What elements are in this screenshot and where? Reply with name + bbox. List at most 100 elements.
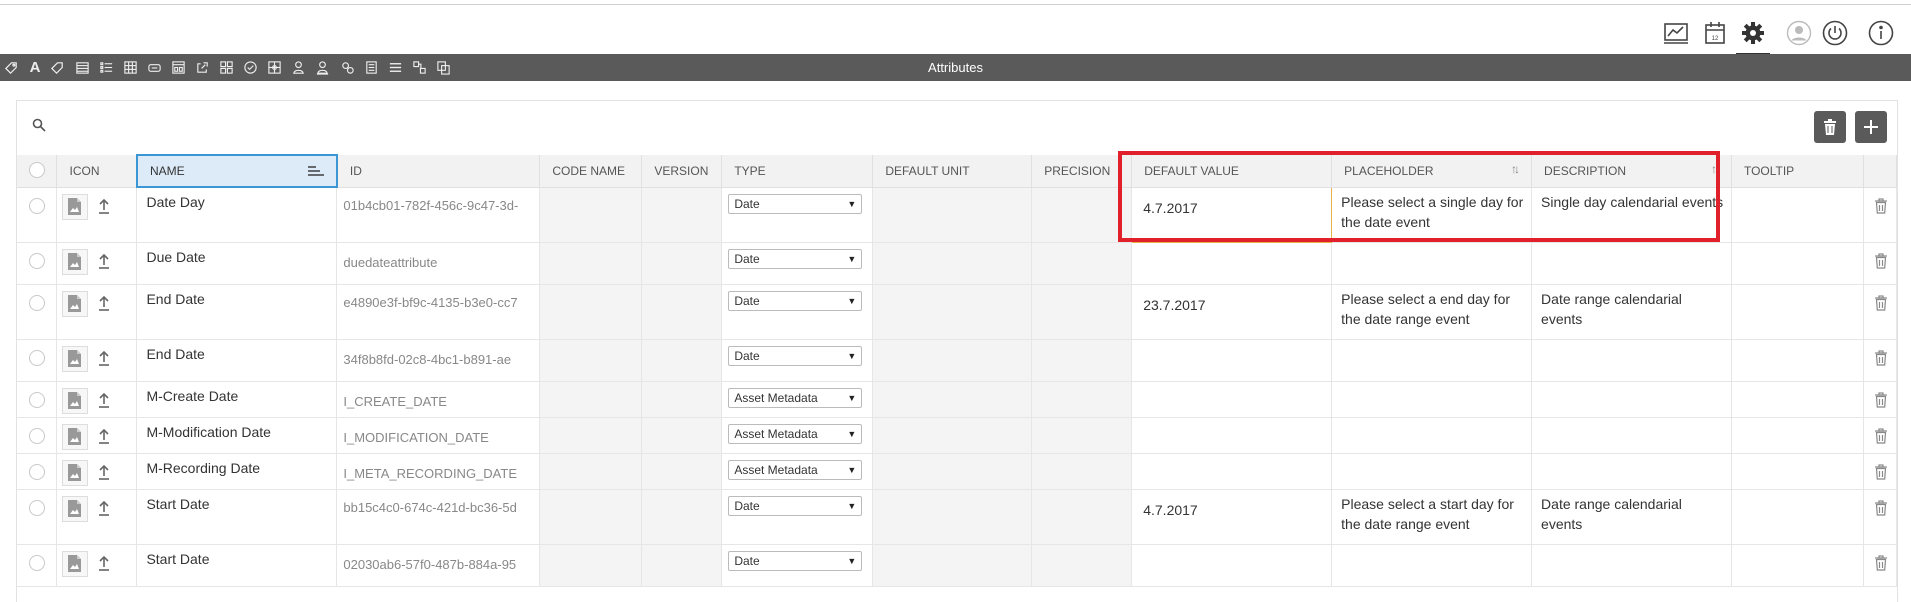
image-placeholder-icon[interactable]: [62, 495, 89, 522]
upload-icon[interactable]: [96, 499, 112, 517]
row-code-name[interactable]: [539, 339, 643, 382]
upload-icon[interactable]: [96, 349, 112, 367]
row-description[interactable]: [1531, 242, 1732, 285]
tag-icon[interactable]: [2, 58, 20, 76]
column-description[interactable]: DESCRIPTION ↑↓: [1531, 155, 1732, 188]
column-tooltip[interactable]: TOOLTIP: [1731, 155, 1864, 188]
row-default-unit[interactable]: [872, 187, 1033, 243]
image-placeholder-icon[interactable]: [62, 550, 89, 577]
add-button[interactable]: [1855, 111, 1887, 143]
grid-icon[interactable]: [217, 58, 235, 76]
row-select-radio[interactable]: [17, 417, 58, 454]
row-default-value[interactable]: [1131, 381, 1333, 418]
person-tree-icon[interactable]: [313, 58, 331, 76]
row-select-radio[interactable]: [17, 544, 58, 587]
row-precision[interactable]: [1031, 489, 1133, 545]
row-select-radio[interactable]: [17, 453, 58, 490]
row-code-name[interactable]: [539, 284, 643, 340]
row-precision[interactable]: [1031, 381, 1133, 418]
row-default-unit[interactable]: [872, 453, 1033, 490]
type-select[interactable]: Date ▼: [728, 248, 863, 269]
gears-icon[interactable]: [338, 58, 356, 76]
checkmark-icon[interactable]: [241, 58, 259, 76]
tag-outline-icon[interactable]: [48, 58, 66, 76]
column-default-value[interactable]: DEFAULT VALUE: [1131, 155, 1333, 188]
row-tooltip[interactable]: [1731, 381, 1864, 418]
row-version[interactable]: [641, 187, 723, 243]
row-placeholder[interactable]: [1331, 381, 1533, 418]
type-select[interactable]: Date ▼: [728, 345, 863, 366]
trash-icon[interactable]: [1874, 554, 1888, 571]
row-placeholder[interactable]: Please select a single day for the date …: [1331, 187, 1533, 243]
upload-icon[interactable]: [96, 197, 112, 215]
column-precision[interactable]: PRECISION: [1031, 155, 1133, 188]
image-placeholder-icon[interactable]: [62, 459, 89, 486]
row-default-value[interactable]: 4.7.2017: [1131, 489, 1333, 545]
row-default-value[interactable]: [1131, 242, 1333, 285]
upload-icon[interactable]: [96, 294, 112, 312]
row-description[interactable]: [1531, 339, 1732, 382]
row-code-name[interactable]: [539, 453, 643, 490]
row-precision[interactable]: [1031, 544, 1133, 587]
table-icon[interactable]: [121, 58, 139, 76]
row-name[interactable]: Date Day: [136, 187, 338, 243]
row-select-radio[interactable]: [17, 489, 58, 545]
image-placeholder-icon[interactable]: [62, 345, 89, 372]
row-select-radio[interactable]: [17, 242, 58, 285]
upload-icon[interactable]: [96, 554, 112, 572]
row-select-radio[interactable]: [17, 381, 58, 418]
info-icon[interactable]: [1864, 16, 1898, 50]
row-select-radio[interactable]: [17, 187, 58, 243]
row-default-unit[interactable]: [872, 544, 1033, 587]
row-description[interactable]: [1531, 453, 1732, 490]
row-version[interactable]: [641, 284, 723, 340]
row-precision[interactable]: [1031, 453, 1133, 490]
row-code-name[interactable]: [539, 242, 643, 285]
row-code-name[interactable]: [539, 417, 643, 454]
row-default-unit[interactable]: [872, 284, 1033, 340]
row-default-unit[interactable]: [872, 381, 1033, 418]
row-default-unit[interactable]: [872, 417, 1033, 454]
row-tooltip[interactable]: [1731, 284, 1864, 340]
column-version[interactable]: VERSION: [641, 155, 723, 188]
row-tooltip[interactable]: [1731, 242, 1864, 285]
row-tooltip[interactable]: [1731, 187, 1864, 243]
row-description[interactable]: [1531, 381, 1732, 418]
table-row[interactable]: Date Day 01b4cb01-782f-456c-9c47-3d- Date ▼…: [17, 186, 1898, 243]
table-row[interactable]: M-Modification Date I_MODIFICATION_DATE As…: [17, 417, 1898, 454]
column-code-name[interactable]: CODE NAME: [539, 155, 643, 188]
row-id[interactable]: 02030ab6-57f0-487b-884a-95: [336, 544, 541, 587]
row-default-value[interactable]: 4.7.2017: [1131, 186, 1333, 243]
row-default-unit[interactable]: [872, 489, 1033, 545]
row-tooltip[interactable]: [1731, 489, 1864, 545]
copy-icon[interactable]: [434, 58, 452, 76]
table-row[interactable]: End Date 34f8b8fd-02c8-4bc1-b891-ae Date ▼: [17, 339, 1898, 382]
row-name[interactable]: M-Create Date: [136, 381, 338, 418]
row-default-value[interactable]: [1131, 417, 1333, 454]
power-icon[interactable]: [1818, 16, 1852, 50]
type-select[interactable]: Date ▼: [728, 495, 863, 516]
search-icon[interactable]: [31, 117, 47, 133]
row-default-value[interactable]: [1131, 544, 1333, 587]
row-precision[interactable]: [1031, 339, 1133, 382]
row-precision[interactable]: [1031, 417, 1133, 454]
row-name[interactable]: End Date: [136, 339, 338, 382]
trash-icon[interactable]: [1874, 197, 1888, 214]
column-type[interactable]: TYPE: [721, 155, 874, 188]
upload-icon[interactable]: [96, 252, 112, 270]
row-default-value[interactable]: [1131, 339, 1333, 382]
row-version[interactable]: [641, 381, 723, 418]
row-placeholder[interactable]: [1331, 339, 1533, 382]
trash-icon[interactable]: [1874, 499, 1888, 516]
table-row[interactable]: Due Date duedateattribute Date ▼: [17, 242, 1898, 285]
row-name[interactable]: Start Date: [136, 489, 338, 545]
image-placeholder-icon[interactable]: [62, 423, 89, 450]
row-name[interactable]: Due Date: [136, 242, 338, 285]
row-precision[interactable]: [1031, 284, 1133, 340]
row-id[interactable]: 34f8b8fd-02c8-4bc1-b891-ae: [336, 339, 541, 382]
row-tooltip[interactable]: [1731, 453, 1864, 490]
hierarchy-icon[interactable]: [410, 58, 428, 76]
upload-icon[interactable]: [96, 427, 112, 445]
text-icon[interactable]: A: [26, 58, 44, 76]
row-default-unit[interactable]: [872, 242, 1033, 285]
